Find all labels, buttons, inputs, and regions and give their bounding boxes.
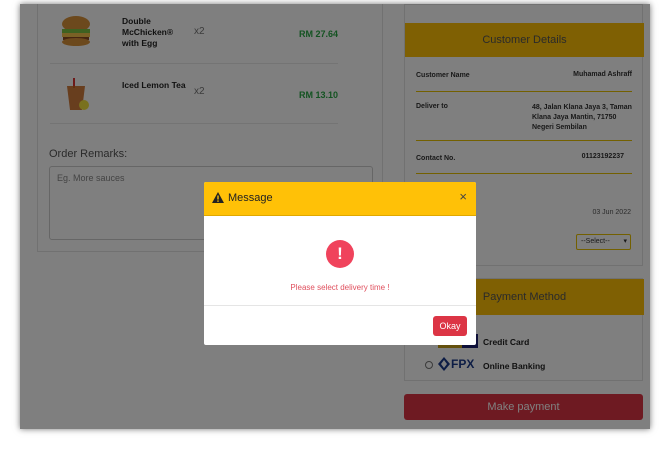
message-modal: Message × ! Please select delivery time … bbox=[204, 182, 476, 345]
exclamation-icon: ! bbox=[326, 240, 354, 268]
okay-button[interactable]: Okay bbox=[433, 316, 467, 336]
browser-viewport: Double McChicken® with Egg x2 RM 27.64 I… bbox=[20, 4, 650, 429]
modal-header: Message × bbox=[204, 182, 476, 216]
modal-footer: Okay bbox=[204, 305, 476, 345]
modal-message: Please select delivery time ! bbox=[290, 283, 390, 292]
close-icon[interactable]: × bbox=[459, 190, 467, 204]
warning-icon bbox=[212, 192, 224, 203]
modal-title: Message bbox=[228, 192, 273, 204]
